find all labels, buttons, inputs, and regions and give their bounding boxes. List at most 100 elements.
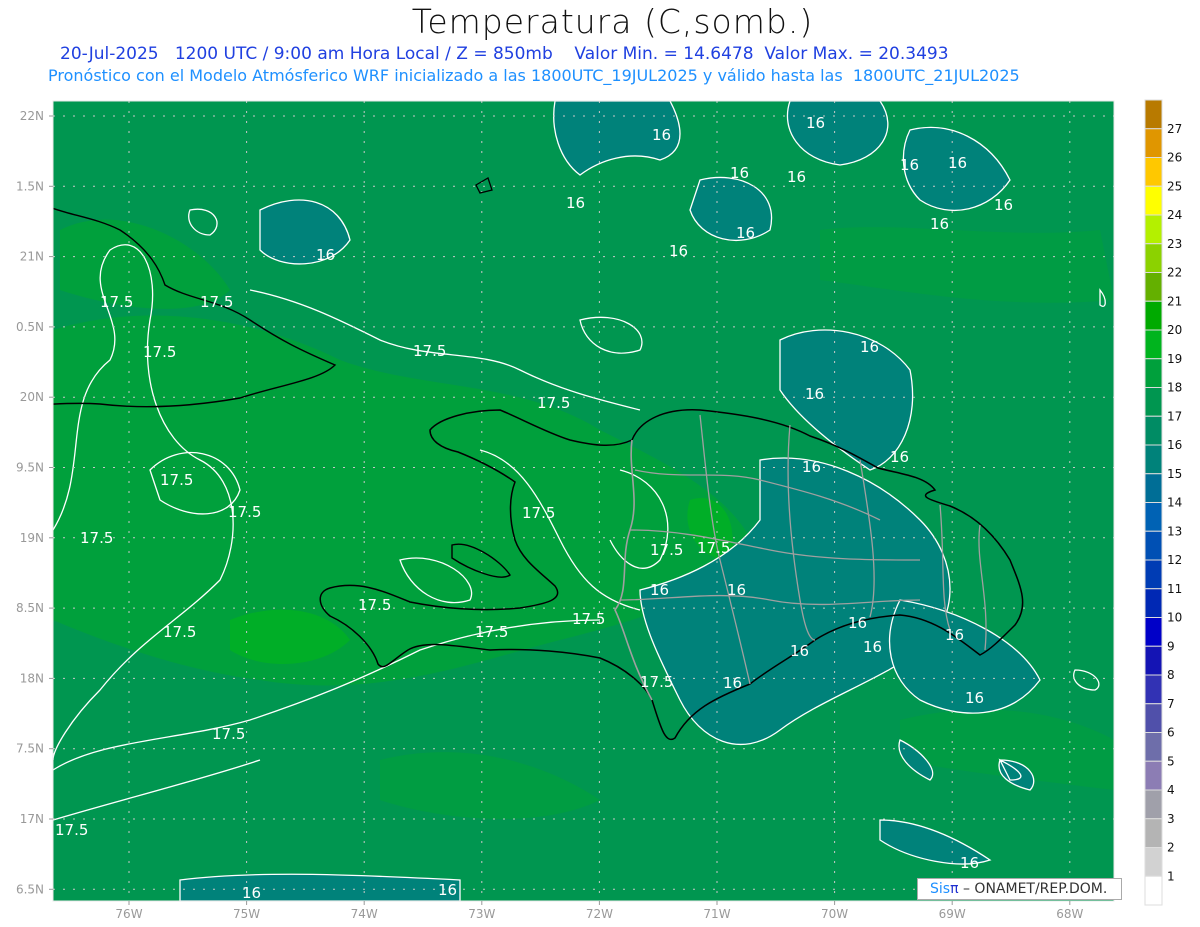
lon-label: 68W <box>1056 907 1083 921</box>
colorbar-swatch <box>1144 157 1163 187</box>
colorbar-swatch <box>1144 875 1163 906</box>
contour-label: 16 <box>930 215 949 233</box>
lon-label: 73W <box>468 907 495 921</box>
colorbar-swatch <box>1144 617 1163 647</box>
colorbar-swatch <box>1144 530 1163 561</box>
contour-label: 17.5 <box>697 539 730 557</box>
colorbar-swatch <box>1144 329 1163 360</box>
colorbar-swatch <box>1144 387 1163 417</box>
colorbar-label: 18 <box>1167 381 1182 395</box>
colorbar-swatch <box>1144 760 1163 791</box>
colorbar-label: 8 <box>1167 668 1175 682</box>
contour-label: 17.5 <box>475 623 508 641</box>
colorbar-swatch <box>1144 732 1163 762</box>
contour-label: 17.5 <box>640 673 673 691</box>
contour-label: 16 <box>948 154 967 172</box>
contour-label: 17.5 <box>522 504 555 522</box>
contour-label: 16 <box>787 168 806 186</box>
contour-label: 16 <box>669 242 688 260</box>
colorbar-swatch <box>1144 559 1163 590</box>
contour-label: 16 <box>652 126 671 144</box>
colorbar-label: 15 <box>1167 467 1182 481</box>
contour-label: 16 <box>863 638 882 656</box>
lon-label: 69W <box>939 907 966 921</box>
logo-text: – ONAMET/REP.DOM. <box>962 881 1108 897</box>
contour-label: 17.5 <box>228 503 261 521</box>
map-field: 17.5 17.5 17.5 17.5 17.5 17.5 17.5 17.5 … <box>53 101 1114 902</box>
colorbar-swatch <box>1144 214 1163 245</box>
colorbar-label: 12 <box>1167 553 1182 567</box>
colorbar-label: 10 <box>1167 611 1182 625</box>
lat-label: 20N <box>20 390 44 404</box>
contour-label: 16 <box>736 224 755 242</box>
contour-label: 16 <box>566 194 585 212</box>
colorbar-label: 17 <box>1167 409 1182 423</box>
colorbar-swatch <box>1144 444 1163 475</box>
contour-label: 16 <box>965 689 984 707</box>
contour-label: 17.5 <box>572 610 605 628</box>
contour-label: 17.5 <box>143 343 176 361</box>
lat-label: 8.5N <box>16 601 44 615</box>
colorbar-swatch <box>1144 645 1163 676</box>
contour-label: 16 <box>316 246 335 264</box>
lon-label: 71W <box>703 907 730 921</box>
colorbar-label: 3 <box>1167 812 1175 826</box>
colorbar-label: 7 <box>1167 697 1175 711</box>
logo-pi: π <box>950 881 959 897</box>
colorbar-label: 22 <box>1167 266 1182 280</box>
lon-label: 72W <box>586 907 613 921</box>
lon-label: 76W <box>115 907 142 921</box>
lat-label: 17N <box>20 812 44 826</box>
colorbar-label: 26 <box>1167 151 1182 165</box>
colorbar-swatch <box>1144 99 1163 130</box>
contour-label: 16 <box>650 581 669 599</box>
contour-label: 16 <box>848 614 867 632</box>
contour-label: 16 <box>242 884 261 902</box>
colorbar-label: 21 <box>1167 294 1182 308</box>
colorbar-swatch <box>1144 128 1163 158</box>
colorbar-label: 23 <box>1167 237 1182 251</box>
contour-label: 17.5 <box>163 623 196 641</box>
contour-label: 16 <box>806 114 825 132</box>
contour-label: 16 <box>945 626 964 644</box>
colorbar-swatch <box>1144 703 1163 733</box>
contour-label: 16 <box>438 881 457 899</box>
lat-label: 0.5N <box>16 320 44 334</box>
latitude-labels: 22N 1.5N 21N 0.5N 20N 9.5N 19N 8.5N 18N 7.5N 17N 6.… <box>16 109 53 896</box>
contour-label: 17.5 <box>537 394 570 412</box>
contour-label: 16 <box>727 581 746 599</box>
colorbar-label: 20 <box>1167 323 1182 337</box>
colorbar-label: 27 <box>1167 122 1182 136</box>
colorbar-label: 11 <box>1167 582 1182 596</box>
lat-label: 18N <box>20 671 44 685</box>
colorbar-swatch <box>1144 789 1163 820</box>
colorbar-label: 24 <box>1167 208 1182 222</box>
lat-label: 1.5N <box>16 179 44 193</box>
colorbar-label: 14 <box>1167 496 1182 510</box>
colorbar-label: 2 <box>1167 841 1175 855</box>
lon-label: 74W <box>351 907 378 921</box>
lon-label: 75W <box>233 907 260 921</box>
contour-label: 16 <box>802 458 821 476</box>
colorbar-swatch <box>1144 185 1163 216</box>
contour-label: 16 <box>805 385 824 403</box>
colorbar-swatch <box>1144 243 1163 273</box>
contour-label: 16 <box>723 674 742 692</box>
contour-label: 17.5 <box>100 293 133 311</box>
colorbar: 2726252423222120191817161514131211109876… <box>1144 99 1182 906</box>
colorbar-swatch <box>1144 674 1163 705</box>
lat-label: 19N <box>20 531 44 545</box>
colorbar-label: 16 <box>1167 438 1182 452</box>
contour-label: 17.5 <box>358 596 391 614</box>
temperature-map: 17.5 17.5 17.5 17.5 17.5 17.5 17.5 17.5 … <box>16 99 1182 921</box>
onamet-logo: Sisπ – ONAMET/REP.DOM. <box>917 878 1122 900</box>
contour-label: 16 <box>960 854 979 872</box>
contour-label: 17.5 <box>650 541 683 559</box>
contour-label: 17.5 <box>160 471 193 489</box>
colorbar-swatch <box>1144 300 1163 331</box>
colorbar-swatch <box>1144 502 1163 532</box>
lat-label: 21N <box>20 250 44 264</box>
contour-label: 17.5 <box>80 529 113 547</box>
colorbar-swatch <box>1144 415 1163 446</box>
colorbar-swatch <box>1144 358 1163 388</box>
